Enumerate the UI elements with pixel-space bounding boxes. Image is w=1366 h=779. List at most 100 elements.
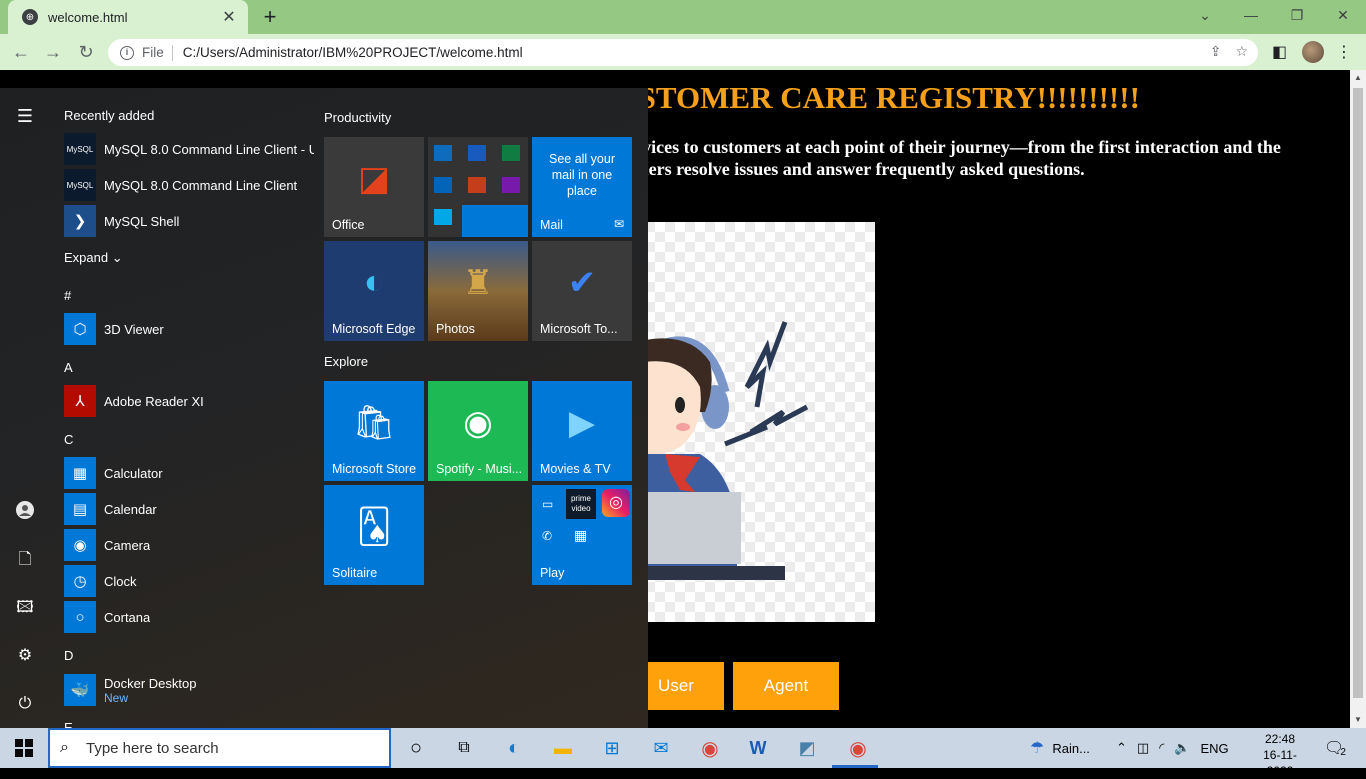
scroll-thumb[interactable] — [1353, 88, 1363, 698]
scroll-up-icon[interactable]: ▲ — [1350, 70, 1366, 86]
forward-icon[interactable]: → — [40, 40, 66, 64]
word-taskbar-icon[interactable]: W — [746, 736, 770, 760]
tab-welcome[interactable]: ⊕ welcome.html ✕ — [8, 0, 248, 34]
omnibox-actions: ⇪ ☆ — [1210, 43, 1248, 60]
store-taskbar-icon[interactable]: ⊞ — [600, 736, 624, 760]
new-tab-button[interactable]: + — [258, 4, 282, 30]
hamburger-menu-icon[interactable]: ☰ — [13, 104, 37, 128]
agent-button[interactable]: Agent — [733, 662, 839, 710]
tile-photos[interactable]: ♜ Photos — [428, 241, 528, 341]
taskbar-clock[interactable]: 22:48 16-11-2022 — [1250, 731, 1310, 779]
clock-time: 22:48 — [1264, 732, 1296, 746]
app-mysql-shell[interactable]: ❯ MySQL Shell — [64, 205, 314, 237]
restore-icon[interactable]: ❐ — [1274, 0, 1320, 30]
chevron-up-icon[interactable]: ⌃ — [1116, 740, 1127, 756]
system-tray: ⌃ ◫ ◜ 🔈 ENG — [1116, 728, 1229, 768]
app-cortana[interactable]: ○ Cortana — [64, 601, 314, 633]
scroll-down-icon[interactable]: ▼ — [1350, 712, 1366, 728]
taskbar-search[interactable]: ⌕ — [48, 728, 391, 768]
power-icon[interactable]: ⏻ — [13, 692, 37, 716]
minimize-icon[interactable]: — — [1228, 0, 1274, 30]
profile-avatar[interactable] — [1302, 41, 1324, 63]
app-clock[interactable]: ◷ Clock — [64, 565, 314, 597]
calculator-mini-icon: ▦ — [574, 527, 588, 543]
documents-icon[interactable]: 🗋 — [13, 548, 37, 572]
instagram-icon: ◎ — [602, 489, 630, 517]
close-window-icon[interactable]: ✕ — [1320, 0, 1366, 30]
weather-widget[interactable]: ☂ Rain... — [1030, 728, 1090, 768]
file-explorer-icon[interactable]: ▬ — [551, 736, 575, 760]
letter-c[interactable]: C — [64, 432, 73, 447]
mini-app-icon: ▭ — [542, 497, 554, 511]
messenger-icon: ✆ — [542, 529, 553, 543]
app-calculator[interactable]: ▦ Calculator — [64, 457, 314, 489]
language-indicator[interactable]: ENG — [1200, 741, 1228, 756]
side-panel-icon[interactable]: ◧ — [1272, 42, 1287, 62]
tile-office[interactable]: ◪ Office — [324, 137, 424, 237]
expand-link[interactable]: Expand ⌄ — [64, 250, 123, 266]
recently-added-header: Recently added — [64, 108, 155, 123]
letter-hash[interactable]: # — [64, 288, 71, 303]
user-account-icon[interactable] — [13, 500, 37, 524]
notification-count: 2 — [1340, 746, 1346, 758]
page-scrollbar[interactable]: ▲ ▼ — [1350, 70, 1366, 728]
tile-microsoft-todo[interactable]: ✔ Microsoft To... — [532, 241, 632, 341]
tab-close-icon[interactable]: ✕ — [220, 7, 238, 27]
tile-mail[interactable]: See all your mail in one place Mail ✉ — [532, 137, 632, 237]
chrome-taskbar-icon[interactable]: ◉ — [698, 736, 722, 760]
wifi-icon[interactable]: ◜ — [1159, 740, 1164, 756]
tile-microsoft-store[interactable]: 🛍 Microsoft Store — [324, 381, 424, 481]
search-input[interactable] — [86, 739, 366, 757]
app-camera[interactable]: ◉ Camera — [64, 529, 314, 561]
app-calendar[interactable]: ▤ Calendar — [64, 493, 314, 525]
tile-office-apps-folder[interactable] — [428, 137, 528, 237]
store-bag-icon: 🛍 — [352, 404, 396, 442]
checkmark-icon: ✔ — [567, 264, 597, 302]
tile-solitaire[interactable]: 🂡 Solitaire — [324, 485, 424, 585]
more-menu-icon[interactable]: ⋮ — [1336, 42, 1352, 62]
taskbar: ⌕ ○ ⧉ ◐ ▬ ⊞ ✉ ◉ W ◩ ◉ ☂ Rain... ⌃ ◫ ◜ 🔈 … — [0, 728, 1366, 778]
app-docker-desktop[interactable]: 🐳 Docker Desktop New — [64, 673, 314, 707]
bookmark-star-icon[interactable]: ☆ — [1235, 43, 1248, 60]
meet-now-icon[interactable]: ◫ — [1137, 740, 1149, 756]
tile-spotify[interactable]: ◉ Spotify - Musi... — [428, 381, 528, 481]
cortana-circle-icon[interactable]: ○ — [404, 736, 428, 760]
tile-play-folder[interactable]: ▭ prime video ◎ ✆ ▦ Play — [532, 485, 632, 585]
tab-search-icon[interactable]: ⌄ — [1182, 0, 1228, 30]
docker-whale-icon: 🐳 — [64, 674, 96, 706]
letter-e[interactable]: E — [64, 720, 73, 728]
clock-date: 16-11-2022 — [1263, 748, 1297, 778]
adobe-icon: ⅄ — [64, 385, 96, 417]
reload-icon[interactable]: ↻ — [73, 40, 99, 64]
tile-movies-tv[interactable]: ▶ Movies & TV — [532, 381, 632, 481]
task-view-icon[interactable]: ⧉ — [452, 736, 476, 760]
edge-taskbar-icon[interactable]: ◐ — [502, 736, 526, 760]
office-apps-icon — [428, 137, 528, 237]
mail-taskbar-icon[interactable]: ✉ — [649, 736, 673, 760]
pictures-icon[interactable]: 🖾 — [13, 596, 37, 620]
app-mysql-client[interactable]: MySQL MySQL 8.0 Command Line Client — [64, 169, 314, 201]
app-adobe-reader[interactable]: ⅄ Adobe Reader XI — [64, 385, 314, 417]
url-text[interactable]: C:/Users/Administrator/IBM%20PROJECT/wel… — [183, 45, 523, 60]
tile-area: Productivity ◪ Office See all your mail … — [324, 88, 644, 728]
chrome-active-taskbar-icon[interactable]: ◉ — [846, 736, 870, 760]
calendar-icon: ▤ — [64, 493, 96, 525]
letter-a[interactable]: A — [64, 360, 73, 375]
tile-edge[interactable]: ◐ Microsoft Edge — [324, 241, 424, 341]
windows-start-icon[interactable] — [12, 736, 36, 760]
action-center-button[interactable]: 🗨 2 — [1324, 728, 1346, 768]
cortana-icon: ○ — [64, 601, 96, 633]
share-icon[interactable]: ⇪ — [1210, 43, 1222, 60]
film-play-icon: ▶ — [568, 404, 596, 442]
notepad-taskbar-icon[interactable]: ◩ — [795, 736, 819, 760]
app-3d-viewer[interactable]: ⬡ 3D Viewer — [64, 313, 314, 345]
settings-gear-icon[interactable]: ⚙ — [13, 644, 37, 668]
app-mysql-client-u[interactable]: MySQL MySQL 8.0 Command Line Client - U.… — [64, 133, 314, 165]
address-bar[interactable]: i File C:/Users/Administrator/IBM%20PROJ… — [108, 39, 1258, 66]
letter-d[interactable]: D — [64, 648, 73, 663]
info-icon[interactable]: i — [120, 45, 134, 60]
volume-icon[interactable]: 🔈 — [1174, 740, 1190, 756]
app-list: Recently added MySQL MySQL 8.0 Command L… — [50, 88, 314, 728]
office-logo-icon: ◪ — [357, 160, 391, 198]
back-icon[interactable]: ← — [8, 40, 34, 64]
